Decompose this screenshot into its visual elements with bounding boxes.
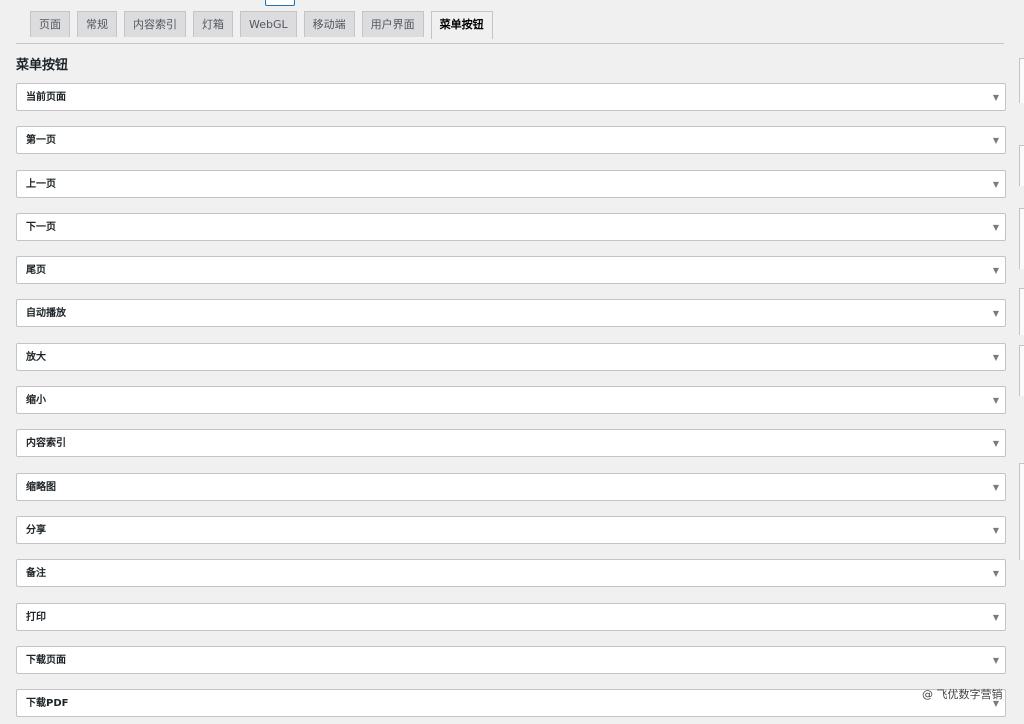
menu-item-label: 下一页 [26, 221, 56, 233]
caret-down-icon[interactable]: ▼ [993, 474, 999, 501]
menu-item-select[interactable]: 缩略图 ▼ [16, 472, 1006, 501]
menu-button-list: 当前页面 ▼ 第一页 ▼ 上一页 ▼ 下一页 ▼ 尾页 ▼ 自动播放 ▼ 放大 ▼ 缩小 ▼ 内容索引 ▼ 缩略图 ▼… [16, 83, 1006, 724]
side-panel-edge [1019, 145, 1024, 186]
caret-down-icon[interactable]: ▼ [993, 171, 999, 198]
side-panel-edge [1019, 58, 1024, 103]
menu-item-select[interactable]: 第一页 ▼ [16, 126, 1006, 155]
tab-6[interactable]: 用户界面 [361, 11, 424, 37]
top-input-fragment[interactable] [265, 0, 295, 6]
caret-down-icon[interactable]: ▼ [993, 214, 999, 241]
caret-down-icon[interactable]: ▼ [993, 387, 999, 414]
side-panel-edge [1019, 208, 1024, 269]
menu-item-label: 自动播放 [26, 308, 66, 320]
caret-down-icon[interactable]: ▼ [993, 517, 999, 544]
menu-item-label: 放大 [26, 351, 46, 363]
tab-7[interactable]: 菜单按钮 [430, 11, 493, 39]
menu-item-select[interactable]: 放大 ▼ [16, 342, 1006, 371]
menu-item-select[interactable]: 自动播放 ▼ [16, 299, 1006, 328]
menu-item-select[interactable]: 打印 ▼ [16, 602, 1006, 631]
caret-down-icon[interactable]: ▼ [993, 127, 999, 154]
menu-item-label: 缩略图 [26, 481, 56, 493]
tab-3[interactable]: 灯箱 [193, 11, 233, 37]
menu-item-label: 下载PDF [26, 698, 69, 710]
menu-item-select[interactable]: 下载PDF ▼ [16, 689, 1006, 718]
watermark: @ 飞优数字营销 [922, 688, 1003, 701]
menu-item-select[interactable]: 下一页 ▼ [16, 212, 1006, 241]
menu-item-label: 备注 [26, 568, 46, 580]
tab-2[interactable]: 内容索引 [124, 11, 186, 37]
menu-item-select[interactable]: 当前页面 ▼ [16, 83, 1006, 111]
menu-item-select[interactable]: 备注 ▼ [16, 559, 1006, 588]
menu-item-label: 尾页 [26, 265, 46, 277]
menu-item-select[interactable]: 缩小 ▼ [16, 386, 1006, 415]
menu-item-label: 打印 [26, 611, 46, 623]
tab-0[interactable]: 页面 [30, 11, 70, 37]
menu-item-label: 缩小 [26, 395, 46, 407]
tab-4[interactable]: WebGL [240, 11, 297, 37]
menu-item-label: 下载页面 [26, 654, 66, 666]
side-panel-edge [1019, 288, 1024, 335]
menu-item-label: 上一页 [26, 178, 56, 190]
tab-5[interactable]: 移动端 [303, 11, 355, 37]
section-title: 菜单按钮 [16, 58, 69, 73]
menu-item-label: 当前页面 [26, 92, 66, 103]
side-panel-edge [1019, 463, 1024, 560]
menu-item-select[interactable]: 上一页 ▼ [16, 169, 1006, 198]
menu-item-select[interactable]: 分享 ▼ [16, 515, 1006, 544]
menu-item-label: 第一页 [26, 135, 56, 147]
menu-item-select[interactable]: 尾页 ▼ [16, 256, 1006, 285]
settings-page: 页面 常规 内容索引 灯箱 WebGL 移动端 用户界面 菜单按钮 菜单按钮 当前页面 ▼ 第一页… [0, 0, 1024, 724]
menu-item-label: 分享 [26, 524, 46, 536]
menu-item-label: 内容索引 [26, 438, 66, 450]
caret-down-icon[interactable]: ▼ [993, 344, 999, 371]
tab-1[interactable]: 常规 [77, 11, 117, 37]
menu-item-select[interactable]: 内容索引 ▼ [16, 429, 1006, 458]
caret-down-icon[interactable]: ▼ [993, 430, 999, 457]
caret-down-icon[interactable]: ▼ [993, 300, 999, 327]
side-panel-edge [1019, 345, 1024, 396]
caret-down-icon[interactable]: ▼ [993, 84, 999, 111]
caret-down-icon[interactable]: ▼ [993, 257, 999, 284]
caret-down-icon[interactable]: ▼ [993, 604, 999, 631]
caret-down-icon[interactable]: ▼ [993, 560, 999, 587]
menu-item-select[interactable]: 下载页面 ▼ [16, 645, 1006, 674]
tab-bar: 页面 常规 内容索引 灯箱 WebGL 移动端 用户界面 菜单按钮 [30, 11, 493, 39]
caret-down-icon[interactable]: ▼ [993, 647, 999, 674]
tab-divider [16, 43, 1004, 44]
